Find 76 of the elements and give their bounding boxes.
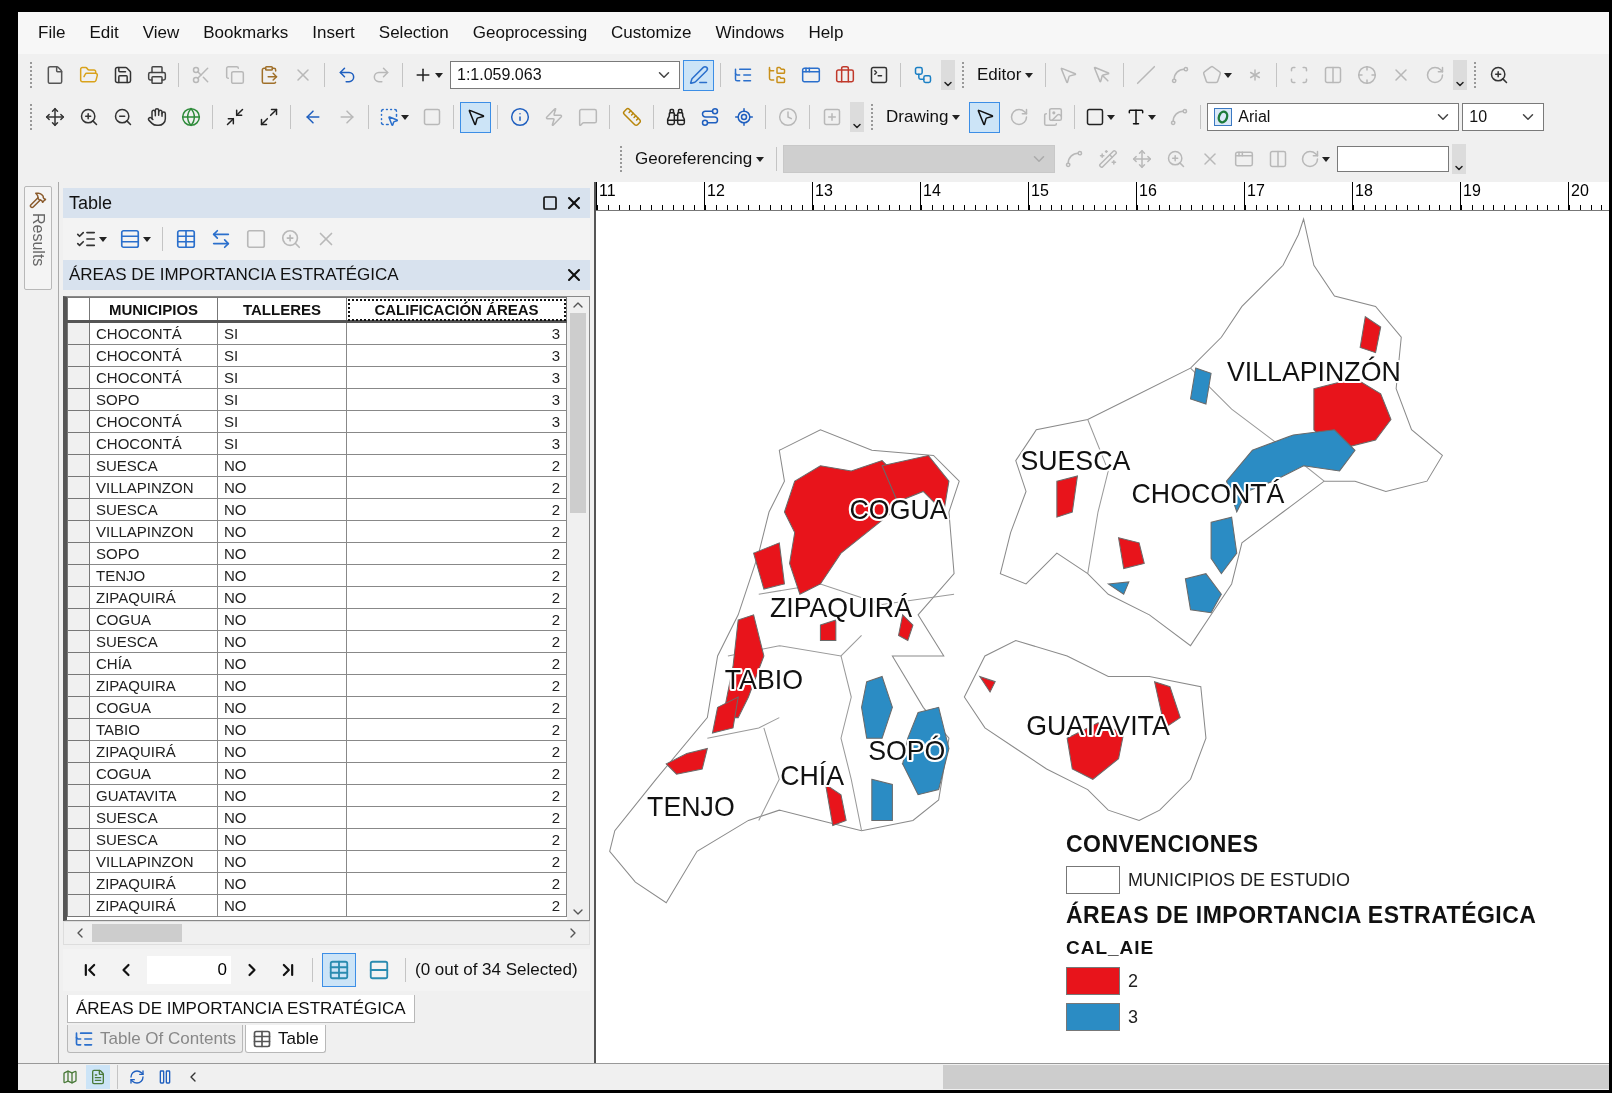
table-cell: 2 [346,542,567,565]
map-label: VILLAPINZÓN [1227,357,1401,388]
menu-item[interactable]: File [26,19,78,47]
table-cell: 3 [346,410,567,433]
menu-item[interactable]: Insert [300,19,367,47]
map-label: TENJO [647,792,735,823]
layer-title: ÁREAS DE IMPORTANCIA ESTRATÉGICA [69,265,400,285]
toolbar-menu[interactable]: Georeferencing [629,145,771,173]
table-cell: 2 [346,806,567,829]
menu-item[interactable]: Windows [703,19,797,47]
table-cell: 3 [346,432,567,455]
menu-item[interactable]: Help [796,19,856,47]
dropdown[interactable]: Arial [1207,103,1460,131]
table-cell: 2 [346,762,567,785]
ruler-number: 17 [1246,182,1265,199]
ruler-number: 15 [1030,182,1049,199]
ruler-number: 16 [1138,182,1157,199]
menu-item[interactable]: View [130,19,192,47]
map-label: CHÍA [780,761,845,792]
dropdown[interactable]: 1:1.059.063 [450,61,680,89]
table-cell: 3 [346,388,567,411]
ruler-number: 19 [1462,182,1481,199]
table-cell: 2 [346,828,567,851]
menu-item[interactable]: Bookmarks [191,19,301,47]
table-cell: 2 [346,564,567,587]
layer-tab[interactable]: ÁREAS DE IMPORTANCIA ESTRATÉGICA [67,995,415,1023]
table-cell: 2 [346,872,567,895]
ruler-number: 11 [598,182,616,199]
table-cell: 2 [346,608,567,631]
table-cell: 3 [346,321,567,345]
menu-item[interactable]: Customize [599,19,704,47]
table-cell: 2 [346,630,567,653]
table-cell: 2 [346,850,567,873]
menu-item[interactable]: Geoprocessing [460,19,600,47]
legend-label: 2 [1128,970,1138,992]
map-label: ZIPAQUIRÁ [769,592,912,623]
side-tab[interactable]: Results [24,186,52,290]
table-cell: SI [217,321,347,345]
table-cell: 3 [346,344,567,367]
table-cell: 2 [346,718,567,741]
ruler-number: 18 [1354,182,1373,199]
ruler-number: 14 [922,182,941,199]
window-title: Table [69,192,114,214]
table-cell: 2 [346,674,567,697]
table-cell: 2 [346,498,567,521]
column-header[interactable]: TALLERES [217,297,347,322]
column-header[interactable]: MUNICIPIOS [89,297,218,322]
table-cell: 3 [346,366,567,389]
column-header[interactable]: CALIFICACIÓN ÁREAS [346,297,567,322]
table-cell: 2 [346,454,567,477]
record-field[interactable]: 0 [147,956,231,984]
legend-label: MUNICIPIOS DE ESTUDIO [1128,869,1351,891]
map-label: SUESCA [1020,445,1131,476]
table-cell: CHOCONTÁ [89,321,218,345]
legend-title: ÁREAS DE IMPORTANCIA ESTRATÉGICA [1066,902,1537,929]
table-cell: 2 [346,894,567,917]
legend-label: 3 [1128,1006,1138,1028]
table-cell: 2 [346,784,567,807]
legend-field: CAL_AIE [1066,937,1537,959]
ruler-number: 20 [1570,182,1589,199]
dock-tab[interactable]: Table [245,1025,326,1053]
menu-item[interactable]: Selection [366,19,461,47]
table-cell: 2 [346,586,567,609]
table-cell: 2 [346,520,567,543]
ruler-number: 12 [706,182,725,199]
table-cell: 2 [346,696,567,719]
menu-item[interactable]: Edit [77,19,131,47]
ruler-number: 13 [814,182,833,199]
toolbar-menu[interactable]: Editor [971,61,1040,89]
toolbar-menu[interactable]: Drawing [880,103,967,131]
selection-status: (0 out of 34 Selected) [415,960,578,980]
table-cell: 2 [346,740,567,763]
dropdown[interactable]: 10 [1462,103,1545,131]
table-cell: 2 [346,476,567,499]
legend-title: CONVENCIONES [1066,831,1260,858]
table-cell: 2 [346,652,567,675]
